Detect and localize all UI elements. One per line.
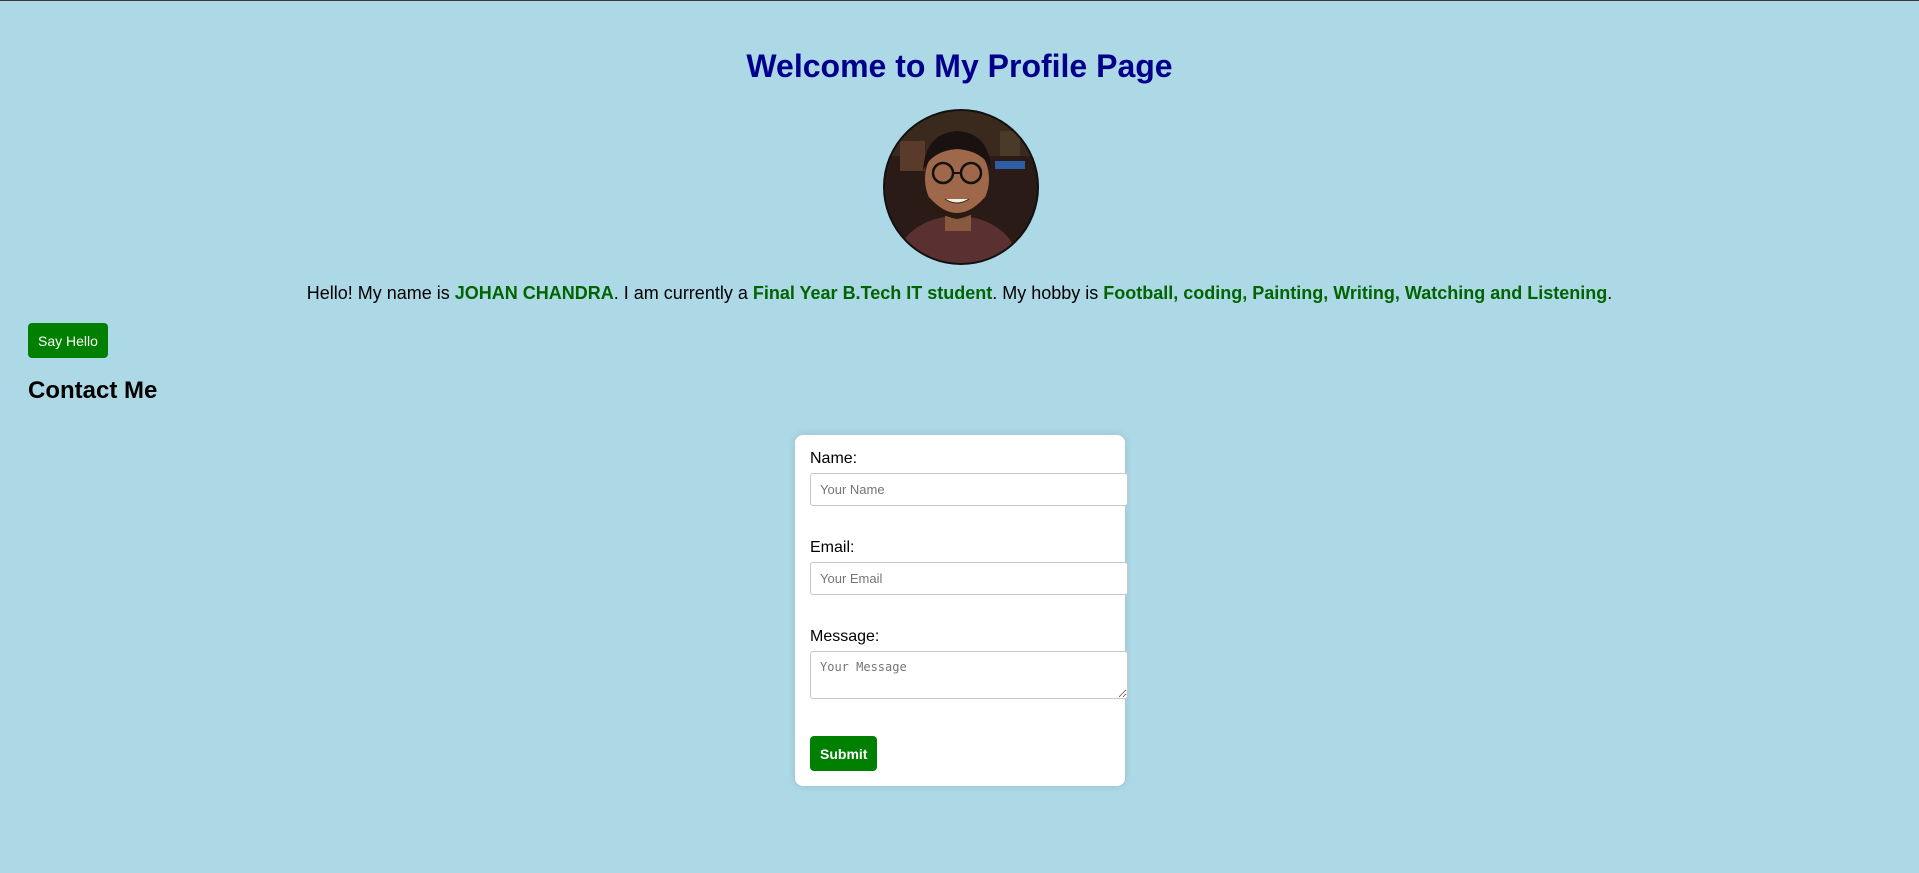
- message-label: Message:: [810, 628, 880, 645]
- name-label: Name:: [810, 450, 858, 467]
- page-title: Welcome to My Profile Page: [746, 48, 1173, 84]
- say-hello-button[interactable]: Say Hello: [28, 323, 108, 358]
- profile-status: Final Year B.Tech IT student: [752, 283, 993, 303]
- contact-heading: Contact Me: [28, 377, 158, 404]
- profile-hobbies: Football, coding, Painting, Writing, Wat…: [1103, 283, 1608, 303]
- intro-text: Hello! My name is JOHAN CHANDRA. I am cu…: [0, 283, 1919, 304]
- email-label: Email:: [810, 539, 855, 556]
- name-input[interactable]: [810, 473, 1128, 506]
- message-textarea[interactable]: [810, 651, 1128, 699]
- profile-photo: [883, 109, 1039, 265]
- intro-middle-1: . I am currently a: [613, 283, 753, 303]
- contact-form: Name: Email: Message: Submit: [795, 435, 1128, 786]
- profile-name: JOHAN CHANDRA: [454, 283, 614, 303]
- profile-photo-image: [885, 111, 1037, 263]
- intro-prefix: Hello! My name is: [306, 283, 455, 303]
- email-input[interactable]: [810, 562, 1128, 595]
- intro-suffix: .: [1607, 283, 1613, 303]
- submit-button[interactable]: Submit: [810, 736, 878, 771]
- intro-middle-2: . My hobby is: [992, 283, 1104, 303]
